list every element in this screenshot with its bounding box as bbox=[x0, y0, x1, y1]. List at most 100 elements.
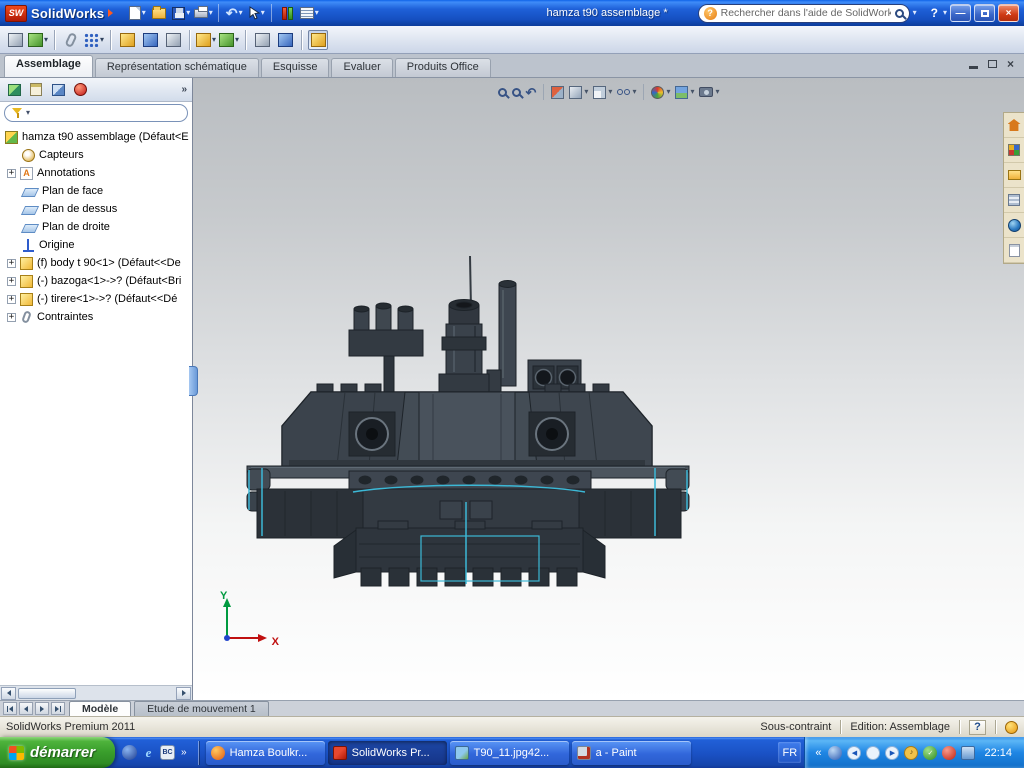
quicklaunch-ie-icon[interactable]: e bbox=[141, 745, 156, 760]
tab-scroll-first-button[interactable] bbox=[3, 702, 17, 715]
tab-scroll-right-button[interactable] bbox=[35, 702, 49, 715]
quicklaunch-bc-icon[interactable]: BC bbox=[160, 745, 175, 760]
expand-icon[interactable]: + bbox=[7, 295, 16, 304]
tab-scroll-last-button[interactable] bbox=[51, 702, 65, 715]
tray-collapse-icon[interactable]: « bbox=[815, 747, 823, 759]
design-library-tab[interactable] bbox=[1004, 138, 1024, 163]
filter-dropdown-icon[interactable]: ▾ bbox=[26, 109, 30, 117]
edit-component-button[interactable] bbox=[5, 30, 25, 50]
tab-produits-office[interactable]: Produits Office bbox=[395, 58, 491, 77]
tree-item-annotations[interactable]: + A Annotations bbox=[0, 164, 192, 182]
close-button[interactable]: × bbox=[998, 4, 1019, 22]
tree-item-bazoga[interactable]: + (-) bazoga<1>->? (Défaut<Bri bbox=[0, 272, 192, 290]
smart-fasteners-button[interactable] bbox=[117, 30, 137, 50]
volume-icon[interactable]: ♪ bbox=[904, 746, 918, 760]
tree-item-body-t90[interactable]: + (f) body t 90<1> (Défaut<<De bbox=[0, 254, 192, 272]
previous-view-button[interactable]: ↶ bbox=[526, 83, 537, 101]
exploded-view-button[interactable] bbox=[275, 30, 295, 50]
help-search-input[interactable] bbox=[721, 7, 891, 19]
print-button[interactable]: ▾ bbox=[193, 3, 213, 23]
expand-icon[interactable]: + bbox=[7, 313, 16, 322]
display-style-button[interactable]: ▾ bbox=[593, 83, 612, 101]
show-hidden-components-button[interactable] bbox=[163, 30, 183, 50]
new-document-button[interactable]: ▾ bbox=[127, 3, 147, 23]
tree-item-contraintes[interactable]: + Contraintes bbox=[0, 308, 192, 326]
undo-button[interactable]: ↶▾ bbox=[224, 3, 244, 23]
insert-components-button[interactable]: ▾ bbox=[28, 30, 48, 50]
configurationmanager-tab[interactable] bbox=[49, 81, 67, 99]
taskbar-item-image-viewer[interactable]: T90_11.jpg42... bbox=[450, 741, 569, 765]
mate-button[interactable] bbox=[61, 30, 81, 50]
help-search-box[interactable]: ? bbox=[698, 4, 910, 23]
tab-assemblage[interactable]: Assemblage bbox=[4, 55, 93, 77]
search-dropdown-icon[interactable]: ▾ bbox=[913, 9, 917, 17]
tray-alert-icon[interactable] bbox=[942, 746, 956, 760]
panel-horizontal-scrollbar[interactable] bbox=[0, 685, 192, 700]
bill-of-materials-button[interactable] bbox=[252, 30, 272, 50]
tab-modele[interactable]: Modèle bbox=[69, 701, 131, 716]
network-icon[interactable] bbox=[961, 746, 975, 760]
options-button[interactable]: ▾ bbox=[299, 3, 319, 23]
tree-item-assembly-root[interactable]: hamza t90 assemblage (Défaut<E bbox=[0, 128, 192, 146]
graphics-viewport[interactable]: ↶ ▾ ▾ ▾ ▾ ▾ ▾ bbox=[193, 78, 1024, 700]
tree-item-plan-de-droite[interactable]: Plan de droite bbox=[0, 218, 192, 236]
panel-splitter-handle[interactable] bbox=[189, 366, 198, 396]
solidworks-resources-tab[interactable] bbox=[1004, 113, 1024, 138]
expand-icon[interactable]: + bbox=[7, 169, 16, 178]
doc-minimize-icon[interactable] bbox=[969, 66, 978, 69]
tree-item-capteurs[interactable]: Capteurs bbox=[0, 146, 192, 164]
quicklaunch-overflow-icon[interactable]: » bbox=[179, 747, 189, 758]
rebuild-button[interactable] bbox=[277, 3, 297, 23]
tree-item-origine[interactable]: Origine bbox=[0, 236, 192, 254]
expand-icon[interactable]: + bbox=[7, 277, 16, 286]
taskbar-item-paint[interactable]: a - Paint bbox=[572, 741, 691, 765]
view-settings-button[interactable]: ▾ bbox=[699, 83, 719, 101]
hide-show-items-button[interactable]: ▾ bbox=[617, 83, 636, 101]
taskbar-item-browser[interactable]: Hamza Boulkr... bbox=[206, 741, 325, 765]
appearances-scenes-tab[interactable] bbox=[1004, 213, 1024, 238]
section-view-button[interactable] bbox=[551, 83, 564, 101]
help-button[interactable]: ? bbox=[929, 6, 940, 20]
save-button[interactable]: ▾ bbox=[171, 3, 191, 23]
propertymanager-tab[interactable] bbox=[27, 81, 45, 99]
tree-item-tirere[interactable]: + (-) tirere<1>->? (Défaut<<Dé bbox=[0, 290, 192, 308]
logo-arrow-icon[interactable] bbox=[108, 9, 113, 17]
quicklaunch-media-icon[interactable] bbox=[122, 745, 137, 760]
start-button[interactable]: démarrer bbox=[0, 737, 115, 768]
scroll-right-button[interactable] bbox=[176, 687, 191, 700]
quick-tips-help-button[interactable]: ? bbox=[969, 720, 986, 735]
tray-app-icon[interactable] bbox=[828, 746, 842, 760]
scroll-left-button[interactable] bbox=[1, 687, 16, 700]
zoom-fit-button[interactable] bbox=[498, 83, 507, 101]
tab-representation-schematique[interactable]: Représentation schématique bbox=[95, 58, 259, 77]
doc-close-icon[interactable]: × bbox=[1007, 58, 1014, 70]
featuremanager-tree-tab[interactable] bbox=[5, 81, 23, 99]
assembly-features-button[interactable]: ▾ bbox=[196, 30, 216, 50]
help-dropdown-icon[interactable]: ▾ bbox=[943, 9, 947, 17]
open-button[interactable] bbox=[149, 3, 169, 23]
language-indicator[interactable]: FR bbox=[778, 742, 801, 763]
instant3d-button[interactable] bbox=[308, 30, 328, 50]
maximize-button[interactable] bbox=[974, 4, 995, 22]
tab-etude-de-mouvement[interactable]: Etude de mouvement 1 bbox=[134, 701, 269, 716]
expand-icon[interactable]: + bbox=[7, 259, 16, 268]
minimize-button[interactable]: — bbox=[950, 4, 971, 22]
view-orientation-button[interactable]: ▾ bbox=[569, 83, 588, 101]
linear-pattern-button[interactable]: ▾ bbox=[84, 30, 104, 50]
tree-item-plan-de-face[interactable]: Plan de face bbox=[0, 182, 192, 200]
file-explorer-tab[interactable] bbox=[1004, 163, 1024, 188]
scrollbar-thumb[interactable] bbox=[18, 688, 76, 699]
tree-filter-input[interactable]: ▾ bbox=[4, 104, 188, 122]
view-palette-tab[interactable] bbox=[1004, 188, 1024, 213]
media-next-icon[interactable]: ▶ bbox=[885, 746, 899, 760]
edit-appearance-button[interactable]: ▾ bbox=[651, 83, 670, 101]
move-component-button[interactable] bbox=[140, 30, 160, 50]
custom-properties-tab[interactable] bbox=[1004, 238, 1024, 263]
displaymanager-tab[interactable] bbox=[71, 81, 89, 99]
tree-item-plan-de-dessus[interactable]: Plan de dessus bbox=[0, 200, 192, 218]
quick-tips-icon[interactable] bbox=[1005, 721, 1018, 734]
zoom-area-button[interactable] bbox=[512, 83, 521, 101]
tab-scroll-left-button[interactable] bbox=[19, 702, 33, 715]
apply-scene-button[interactable]: ▾ bbox=[675, 83, 694, 101]
tab-esquisse[interactable]: Esquisse bbox=[261, 58, 330, 77]
